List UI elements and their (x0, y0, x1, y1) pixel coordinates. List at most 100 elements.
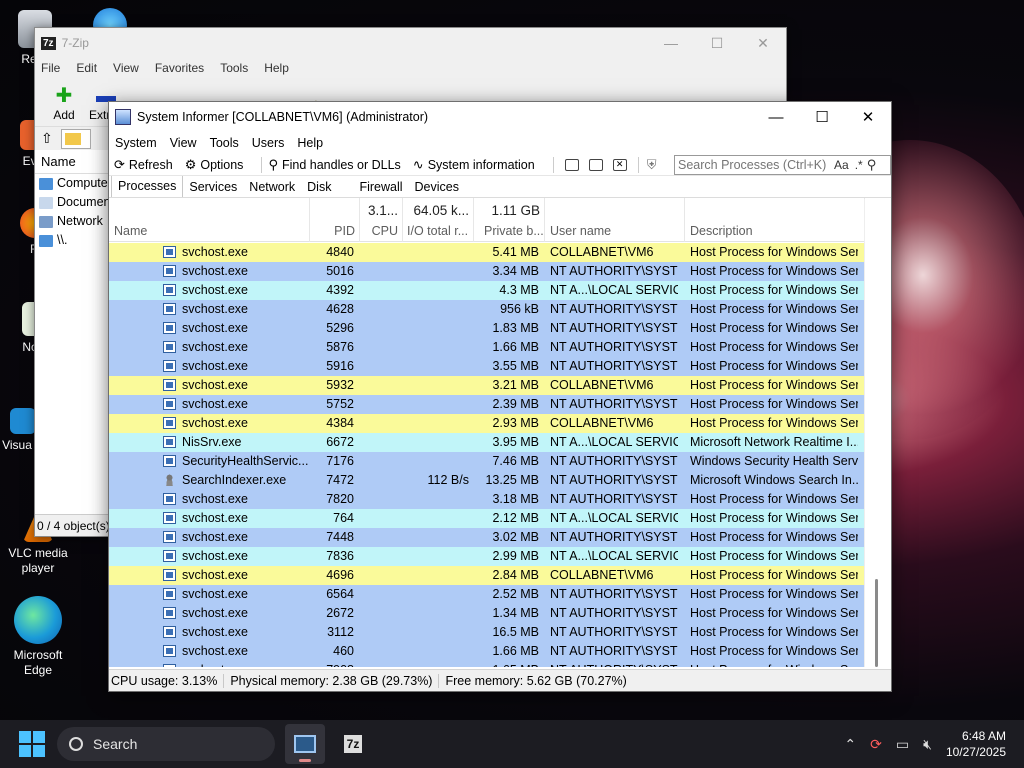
process-private-bytes: 3.55 MB (492, 359, 539, 373)
process-private-bytes: 5.41 MB (492, 245, 539, 259)
find-handles-button[interactable]: ⚲ Find handles or DLLs (268, 157, 400, 173)
process-pid: 4696 (326, 568, 354, 582)
process-row[interactable]: svchost.exe 5752 2.39 MB NT AUTHORITY\SYSTE… (109, 395, 864, 414)
close-window-icon[interactable]: ✕ (612, 158, 627, 171)
match-case-toggle[interactable]: Aa (834, 158, 849, 172)
process-row[interactable]: SearchIndexer.exe 7472 112 B/s 13.25 MB NT A… (109, 471, 864, 490)
process-row[interactable]: svchost.exe7908 1.65 MB NT AUTHORITY\SYSTE… (109, 661, 864, 667)
menu-edit[interactable]: Edit (76, 61, 97, 75)
menu-tools[interactable]: Tools (210, 136, 239, 150)
process-row[interactable]: svchost.exe 7820 3.18 MB NT AUTHORITY\SYSTE… (109, 490, 864, 509)
window-icon[interactable] (564, 158, 579, 171)
process-row[interactable]: svchost.exe 2672 1.34 MB NT AUTHORITY\SYSTE… (109, 604, 864, 623)
process-pid: 5752 (326, 397, 354, 411)
process-row[interactable]: svchost.exe 7836 2.99 MB NT A...\LOCAL SERV… (109, 547, 864, 566)
process-row[interactable]: svchost.exe 5916 3.55 MB NT AUTHORITY\SYSTE… (109, 357, 864, 376)
column-cpu[interactable]: 3.1... CPU (360, 198, 403, 242)
menu-help[interactable]: Help (264, 61, 289, 75)
sevenzip-titlebar[interactable]: 7z 7-Zip — ☐ ✕ (35, 28, 786, 58)
close-icon[interactable]: ✕ (740, 35, 786, 52)
process-private-bytes: 13.25 MB (485, 473, 539, 487)
taskbar-search-box[interactable]: Search (57, 727, 275, 761)
process-user: NT AUTHORITY\SYSTEM (550, 661, 678, 667)
taskbar-7zip[interactable]: 7z (333, 724, 373, 764)
process-io (403, 452, 469, 471)
process-private-bytes: 1.83 MB (492, 321, 539, 335)
tab-devices[interactable]: Devices (409, 177, 465, 197)
volume-muted-icon[interactable]: 🔇︎ (923, 736, 932, 753)
process-row[interactable]: svchost.exe 4840 5.41 MB COLLABNET\VM6 Host … (109, 243, 864, 262)
system-information-button[interactable]: ∿ System information (413, 157, 535, 173)
process-user: NT AUTHORITY\SYSTEM (550, 473, 678, 487)
windows-start-icon[interactable] (19, 731, 45, 757)
desktop-icon-edge[interactable]: Microsoft Edge (3, 596, 73, 678)
process-row[interactable]: svchost.exe 4628 956 kB NT AUTHORITY\SYSTEM… (109, 300, 864, 319)
process-row[interactable]: svchost.exe 4384 2.93 MB COLLABNET\VM6 Host … (109, 414, 864, 433)
process-list-scrollbar[interactable] (864, 199, 891, 667)
find-window-icon[interactable] (588, 158, 603, 171)
chevron-up-icon[interactable]: ⌃ (844, 736, 856, 753)
menu-system[interactable]: System (115, 136, 157, 150)
scrollbar-thumb[interactable] (875, 579, 878, 667)
search-input[interactable] (678, 158, 828, 172)
menu-favorites[interactable]: Favorites (155, 61, 204, 75)
process-window-icon (163, 550, 176, 562)
process-row[interactable]: svchost.exe 3112 16.5 MB NT AUTHORITY\SYSTE… (109, 623, 864, 642)
taskbar-system-informer[interactable] (285, 724, 325, 764)
process-row[interactable]: svchost.exe 764 2.12 MB NT A...\LOCAL SERVI… (109, 509, 864, 528)
menu-users[interactable]: Users (252, 136, 285, 150)
update-icon[interactable]: ⟳ (870, 736, 882, 753)
tab-services[interactable]: Services (183, 177, 243, 197)
regex-toggle[interactable]: .* (855, 158, 863, 172)
menu-file[interactable]: File (41, 61, 60, 75)
process-row[interactable]: SecurityHealthServic... 7176 7.46 MB NT AUT… (109, 452, 864, 471)
add-button[interactable]: ✚ Add (43, 84, 85, 122)
user-process-icon (163, 474, 176, 486)
process-row[interactable]: svchost.exe 460 1.66 MB NT AUTHORITY\SYSTEM… (109, 642, 864, 661)
up-folder-icon[interactable]: ⇧ (41, 130, 53, 147)
menu-tools[interactable]: Tools (220, 61, 248, 75)
search-processes-box[interactable]: Aa .* ⚲ (674, 155, 891, 175)
refresh-button[interactable]: ⟳ Refresh (114, 157, 173, 173)
process-window-icon (163, 664, 176, 667)
network-icon[interactable]: ▭ (896, 736, 909, 753)
tab-network[interactable]: Network (243, 177, 301, 197)
column-io-total[interactable]: 64.05 k... I/O total r... (403, 198, 474, 242)
column-name[interactable]: Name (109, 198, 310, 242)
minimize-icon[interactable]: — (648, 35, 694, 52)
minimize-icon[interactable]: — (753, 102, 799, 132)
menu-view[interactable]: View (113, 61, 139, 75)
process-row[interactable]: svchost.exe 5296 1.83 MB NT AUTHORITY\SYSTE… (109, 319, 864, 338)
taskbar-clock[interactable]: 6:48 AM 10/27/2025 (946, 728, 1006, 760)
address-field[interactable] (60, 128, 91, 149)
close-icon[interactable]: ✕ (845, 102, 891, 132)
menu-help[interactable]: Help (297, 136, 323, 150)
process-row[interactable]: svchost.exe 4696 2.84 MB COLLABNET\VM6 Host … (109, 566, 864, 585)
tab-firewall[interactable]: Firewall (353, 177, 408, 197)
process-row[interactable]: svchost.exe 5876 1.66 MB NT AUTHORITY\SYSTE… (109, 338, 864, 357)
tab-processes[interactable]: Processes (111, 175, 184, 197)
process-row[interactable]: svchost.exe 4392 4.3 MB NT A...\LOCAL SERVI… (109, 281, 864, 300)
menu-view[interactable]: View (170, 136, 197, 150)
process-row[interactable]: svchost.exe 6564 2.52 MB NT AUTHORITY\SYSTE… (109, 585, 864, 604)
process-private-bytes: 2.99 MB (492, 549, 539, 563)
column-user-name[interactable]: User name (545, 198, 685, 242)
maximize-icon[interactable]: ☐ (694, 35, 740, 52)
si-titlebar[interactable]: System Informer [COLLABNET\VM6] (Adminis… (109, 102, 891, 132)
column-private-bytes[interactable]: 1.11 GB Private b... (474, 198, 545, 242)
column-description[interactable]: Description (685, 198, 865, 242)
process-io (403, 376, 469, 395)
process-window-icon (163, 322, 176, 334)
column-pid[interactable]: PID (310, 198, 360, 242)
process-row[interactable]: NisSrv.exe 6672 3.95 MB NT A...\LOCAL SERVI… (109, 433, 864, 452)
shield-icon[interactable]: ⛨ (647, 157, 657, 173)
process-io (403, 262, 469, 281)
search-icon[interactable]: ⚲ (867, 157, 877, 173)
options-button[interactable]: ⚙ Options (185, 157, 244, 173)
maximize-icon[interactable]: ☐ (799, 102, 845, 132)
process-row[interactable]: svchost.exe 5016 3.34 MB NT AUTHORITY\SYSTE… (109, 262, 864, 281)
process-name: svchost.exe (182, 264, 249, 278)
tab-disk[interactable]: Disk (301, 177, 337, 197)
process-row[interactable]: svchost.exe 7448 3.02 MB NT AUTHORITY\SYSTE… (109, 528, 864, 547)
process-row[interactable]: svchost.exe 5932 3.21 MB COLLABNET\VM6 Host … (109, 376, 864, 395)
